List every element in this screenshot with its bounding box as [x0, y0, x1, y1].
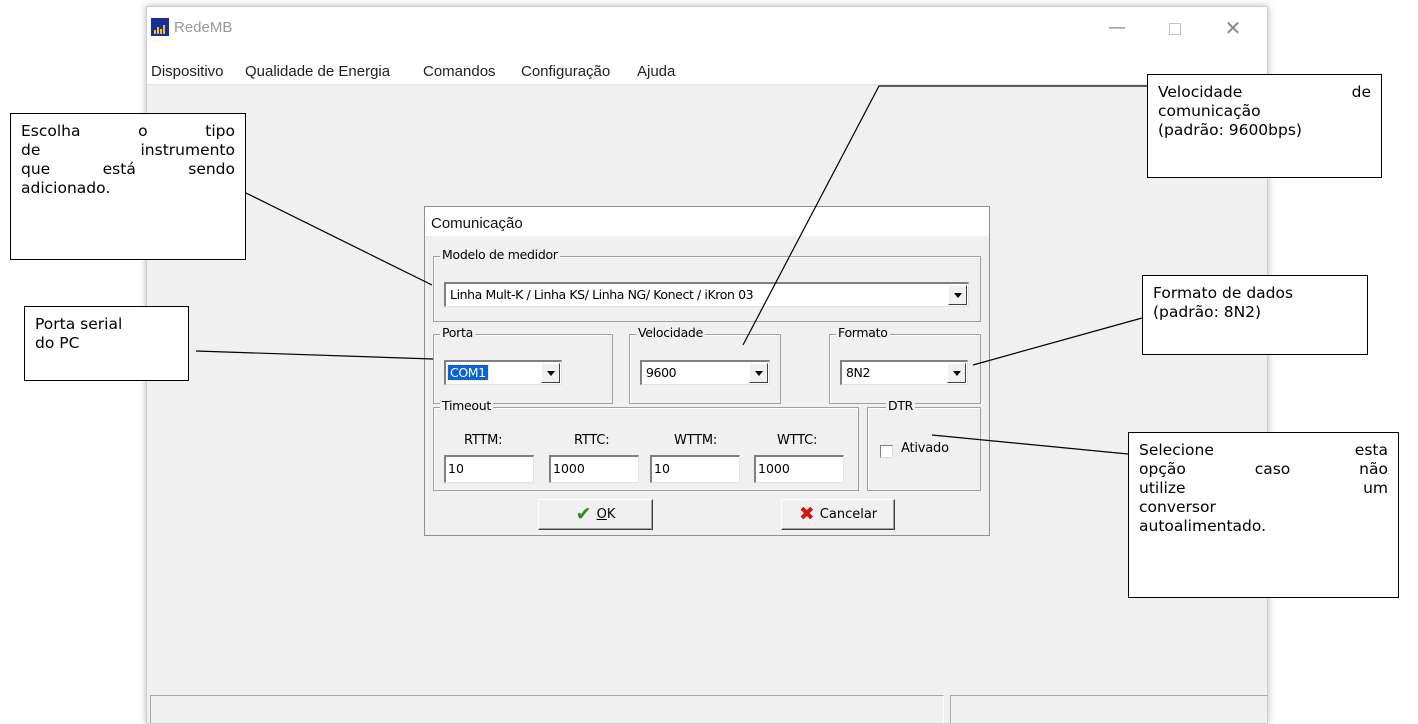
- chevron-down-icon[interactable]: [947, 363, 966, 383]
- maximize-button[interactable]: [1152, 15, 1198, 43]
- menu-bar: Dispositivo Qualidade de Energia Comando…: [147, 57, 1267, 85]
- port-group: Porta COM1: [433, 325, 613, 404]
- wttm-label: WTTM:: [674, 433, 718, 448]
- callout-instrument-line-3: que está sendo: [21, 160, 235, 178]
- callout-instrument-line-1: Escolha o tipo: [21, 122, 235, 140]
- format-select-value: 8N2: [846, 365, 871, 380]
- close-button[interactable]: ✕: [1210, 15, 1256, 43]
- port-group-label: Porta: [440, 325, 475, 340]
- rttm-input[interactable]: 10: [444, 455, 534, 483]
- ok-button-label: OK: [596, 507, 616, 522]
- chevron-down-icon[interactable]: [948, 285, 967, 305]
- format-group: Formato 8N2: [829, 325, 981, 404]
- speed-group: Velocidade 9600: [629, 325, 781, 404]
- dialog-title: Comunicação: [431, 215, 523, 232]
- speed-select-value: 9600: [646, 365, 677, 380]
- wttc-input[interactable]: 1000: [754, 455, 844, 483]
- callout-speed-line-2: comunicação: [1158, 102, 1261, 120]
- format-group-label: Formato: [836, 325, 890, 340]
- callout-dtr-line-5: autoalimentado.: [1139, 517, 1267, 535]
- cancel-button-label: Cancelar: [819, 507, 878, 522]
- callout-instrument-line-4: adicionado.: [21, 179, 111, 197]
- rttm-label: RTTM:: [464, 433, 503, 448]
- dialog-title-bar: Comunicação: [425, 207, 989, 236]
- speed-group-label: Velocidade: [636, 325, 705, 340]
- model-select[interactable]: Linha Mult-K / Linha KS/ Linha NG/ Konec…: [444, 282, 969, 307]
- ok-button[interactable]: ✔ OK: [538, 499, 653, 530]
- chevron-down-icon[interactable]: [541, 363, 560, 383]
- dtr-group-label: DTR: [886, 398, 916, 413]
- app-icon: [151, 18, 169, 36]
- callout-dtr-line-1: Selecione esta: [1139, 441, 1388, 459]
- callout-format: Formato de dados (padrão: 8N2): [1142, 275, 1368, 355]
- checkmark-icon: ✔: [575, 503, 592, 525]
- timeout-group: Timeout RTTM: RTTC: WTTM: WTTC: 10 1000 …: [433, 398, 859, 491]
- callout-dtr-line-2: opção caso não: [1139, 460, 1388, 478]
- minimize-button[interactable]: —: [1094, 15, 1140, 43]
- format-select[interactable]: 8N2: [840, 360, 968, 385]
- model-group-label: Modelo de medidor: [440, 247, 560, 262]
- callout-port-line-1: Porta serial: [35, 315, 123, 333]
- title-bar: RedeMB — ✕: [147, 7, 1267, 57]
- callout-dtr: Selecione esta opção caso não utilize um…: [1128, 432, 1399, 598]
- status-panel-left: [150, 695, 944, 723]
- window-title: RedeMB: [174, 19, 233, 36]
- callout-dtr-line-3: utilize um: [1139, 479, 1388, 497]
- callout-port-line-2: do PC: [35, 334, 80, 352]
- dtr-group: DTR Ativado: [867, 398, 981, 491]
- chevron-down-icon[interactable]: [749, 363, 768, 383]
- cancel-button[interactable]: ✖ Cancelar: [781, 499, 895, 530]
- maximize-icon: [1169, 23, 1181, 35]
- dtr-checkbox[interactable]: [880, 445, 893, 458]
- callout-format-line-2: (padrão: 8N2): [1153, 303, 1262, 321]
- menu-qualidade-de-energia[interactable]: Qualidade de Energia: [245, 59, 390, 80]
- callout-speed-line-3: (padrão: 9600bps): [1158, 121, 1302, 139]
- communication-dialog: Comunicação Modelo de medidor Linha Mult…: [424, 206, 990, 536]
- status-panel-right: [950, 695, 1268, 723]
- callout-speed-line-1: Velocidade de: [1158, 83, 1371, 101]
- dtr-checkbox-label[interactable]: Ativado: [901, 441, 949, 456]
- wttc-label: WTTC:: [777, 433, 818, 448]
- port-select[interactable]: COM1: [444, 360, 562, 385]
- menu-dispositivo[interactable]: Dispositivo: [151, 59, 224, 80]
- callout-instrument-line-2: de instrumento: [21, 141, 235, 159]
- callout-instrument: Escolha o tipo de instrumento que está s…: [10, 113, 246, 260]
- cancel-x-icon: ✖: [798, 503, 815, 525]
- callout-dtr-line-4: conversor: [1139, 498, 1216, 516]
- menu-comandos[interactable]: Comandos: [423, 59, 496, 80]
- port-select-value: COM1: [447, 364, 489, 381]
- rttc-label: RTTC:: [574, 433, 610, 448]
- speed-select[interactable]: 9600: [640, 360, 770, 385]
- menu-ajuda[interactable]: Ajuda: [637, 59, 675, 80]
- model-group: Modelo de medidor Linha Mult-K / Linha K…: [433, 247, 981, 322]
- rttc-input[interactable]: 1000: [549, 455, 639, 483]
- callout-format-line-1: Formato de dados: [1153, 284, 1294, 302]
- menu-configuracao[interactable]: Configuração: [521, 59, 610, 80]
- model-select-value: Linha Mult-K / Linha KS/ Linha NG/ Konec…: [450, 287, 754, 302]
- timeout-group-label: Timeout: [440, 398, 493, 413]
- callout-speed: Velocidade de comunicação (padrão: 9600b…: [1147, 74, 1382, 178]
- callout-port: Porta serial do PC: [24, 306, 189, 381]
- wttm-input[interactable]: 10: [650, 455, 740, 483]
